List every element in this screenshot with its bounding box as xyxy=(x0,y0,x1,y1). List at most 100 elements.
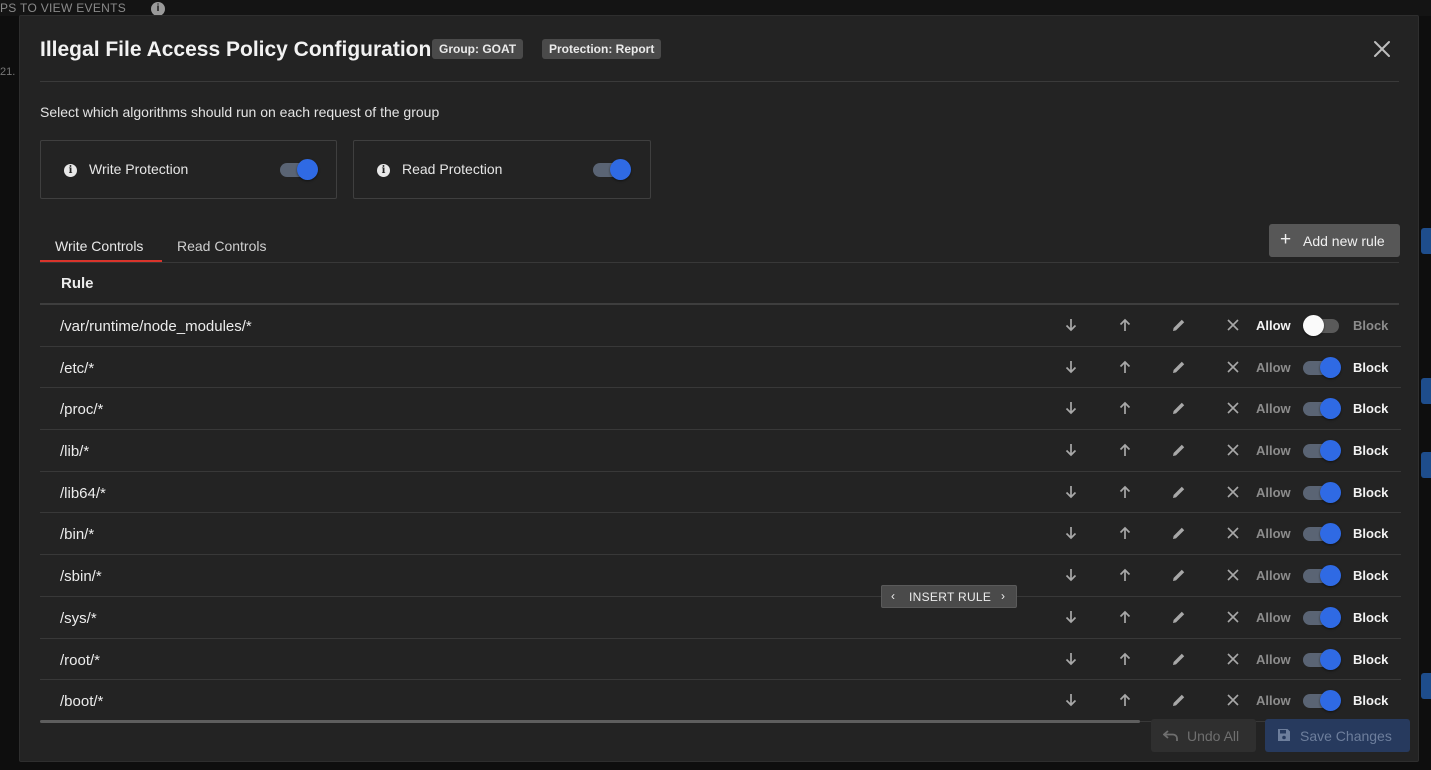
delete-x-icon[interactable] xyxy=(1225,525,1241,541)
info-icon: i xyxy=(64,164,77,177)
undo-all-label: Undo All xyxy=(1187,728,1240,744)
allow-block-toggle[interactable] xyxy=(1303,398,1341,420)
add-new-rule-button[interactable]: + Add new rule xyxy=(1269,224,1400,257)
delete-x-icon[interactable] xyxy=(1225,651,1241,667)
read-protection-toggle[interactable] xyxy=(593,159,631,180)
background-header-strip: PS TO VIEW EVENTS i xyxy=(0,0,1431,16)
background-text-fragment: 21. xyxy=(0,66,16,78)
background-side-tab xyxy=(1421,378,1431,404)
rule-path: /sbin/* xyxy=(60,568,102,586)
save-changes-label: Save Changes xyxy=(1300,728,1392,744)
move-up-icon[interactable] xyxy=(1117,400,1133,416)
rule-row: /lib64/* Allow Block xyxy=(40,472,1401,514)
delete-x-icon[interactable] xyxy=(1225,400,1241,416)
allow-label: Allow xyxy=(1256,609,1291,625)
tab-write-controls[interactable]: Write Controls xyxy=(55,238,143,254)
delete-x-icon[interactable] xyxy=(1225,484,1241,500)
allow-block-toggle[interactable] xyxy=(1303,481,1341,503)
rule-column-header: Rule xyxy=(61,275,94,292)
allow-block-toggle[interactable] xyxy=(1303,565,1341,587)
modal-title: Illegal File Access Policy Configuration xyxy=(40,38,432,61)
allow-label: Allow xyxy=(1256,318,1291,333)
close-button[interactable] xyxy=(1371,38,1393,60)
edit-pencil-icon[interactable] xyxy=(1171,692,1187,708)
allow-block-toggle[interactable] xyxy=(1303,648,1341,670)
edit-pencil-icon[interactable] xyxy=(1171,317,1187,333)
move-down-icon[interactable] xyxy=(1063,359,1079,375)
edit-pencil-icon[interactable] xyxy=(1171,400,1187,416)
background-side-tab xyxy=(1421,452,1431,478)
active-tab-indicator xyxy=(40,260,162,262)
horizontal-scrollbar[interactable] xyxy=(40,720,1140,723)
block-label: Block xyxy=(1353,651,1389,667)
move-down-icon[interactable] xyxy=(1063,484,1079,500)
edit-pencil-icon[interactable] xyxy=(1171,651,1187,667)
move-down-icon[interactable] xyxy=(1063,317,1079,333)
rule-path: /proc/* xyxy=(60,401,104,419)
rule-path: /var/runtime/node_modules/* xyxy=(60,318,252,335)
move-up-icon[interactable] xyxy=(1117,692,1133,708)
delete-x-icon[interactable] xyxy=(1225,609,1241,625)
write-protection-toggle[interactable] xyxy=(280,159,318,180)
move-up-icon[interactable] xyxy=(1117,442,1133,458)
allow-label: Allow xyxy=(1256,359,1291,375)
move-down-icon[interactable] xyxy=(1063,525,1079,541)
insert-rule-button[interactable]: ‹ INSERT RULE › xyxy=(881,585,1017,608)
save-changes-button[interactable]: Save Changes xyxy=(1265,719,1410,752)
allow-block-toggle[interactable] xyxy=(1303,315,1341,336)
move-down-icon[interactable] xyxy=(1063,692,1079,708)
save-disk-icon xyxy=(1278,729,1290,741)
block-label: Block xyxy=(1353,318,1389,333)
edit-pencil-icon[interactable] xyxy=(1171,609,1187,625)
delete-x-icon[interactable] xyxy=(1225,692,1241,708)
edit-pencil-icon[interactable] xyxy=(1171,484,1187,500)
rule-row: /proc/* Allow Block xyxy=(40,388,1401,431)
move-up-icon[interactable] xyxy=(1117,484,1133,500)
policy-config-modal: Illegal File Access Policy Configuration… xyxy=(19,15,1419,762)
read-protection-card: i Read Protection xyxy=(353,140,651,199)
undo-all-button[interactable]: Undo All xyxy=(1151,719,1256,752)
allow-block-toggle[interactable] xyxy=(1303,356,1341,378)
move-up-icon[interactable] xyxy=(1117,525,1133,541)
move-up-icon[interactable] xyxy=(1117,567,1133,583)
delete-x-icon[interactable] xyxy=(1225,317,1241,333)
move-down-icon[interactable] xyxy=(1063,651,1079,667)
chevron-left-icon[interactable]: ‹ xyxy=(891,589,895,603)
rules-table-body: /var/runtime/node_modules/* Allow Block … xyxy=(40,305,1401,722)
rule-path: /root/* xyxy=(60,651,101,669)
edit-pencil-icon[interactable] xyxy=(1171,442,1187,458)
chevron-right-icon[interactable]: › xyxy=(1001,589,1005,603)
move-up-icon[interactable] xyxy=(1117,317,1133,333)
allow-label: Allow xyxy=(1256,484,1291,500)
block-label: Block xyxy=(1353,484,1389,500)
rule-path: /boot/* xyxy=(60,693,104,711)
move-down-icon[interactable] xyxy=(1063,442,1079,458)
allow-block-toggle[interactable] xyxy=(1303,440,1341,462)
move-down-icon[interactable] xyxy=(1063,400,1079,416)
move-up-icon[interactable] xyxy=(1117,651,1133,667)
edit-pencil-icon[interactable] xyxy=(1171,567,1187,583)
delete-x-icon[interactable] xyxy=(1225,567,1241,583)
move-up-icon[interactable] xyxy=(1117,609,1133,625)
allow-block-toggle[interactable] xyxy=(1303,606,1341,628)
edit-pencil-icon[interactable] xyxy=(1171,525,1187,541)
delete-x-icon[interactable] xyxy=(1225,442,1241,458)
delete-x-icon[interactable] xyxy=(1225,359,1241,375)
move-up-icon[interactable] xyxy=(1117,359,1133,375)
read-protection-label: Read Protection xyxy=(402,161,503,177)
insert-rule-label: INSERT RULE xyxy=(909,590,992,604)
block-label: Block xyxy=(1353,568,1389,584)
protection-badge: Protection: Report xyxy=(542,39,662,59)
allow-block-toggle[interactable] xyxy=(1303,523,1341,545)
allow-label: Allow xyxy=(1256,526,1291,542)
allow-label: Allow xyxy=(1256,401,1291,417)
move-down-icon[interactable] xyxy=(1063,567,1079,583)
move-down-icon[interactable] xyxy=(1063,609,1079,625)
allow-block-toggle[interactable] xyxy=(1303,690,1341,712)
tab-read-controls[interactable]: Read Controls xyxy=(177,238,267,254)
edit-pencil-icon[interactable] xyxy=(1171,359,1187,375)
block-label: Block xyxy=(1353,401,1389,417)
rule-path: /etc/* xyxy=(60,359,95,377)
header-divider xyxy=(40,81,1399,82)
block-label: Block xyxy=(1353,609,1389,625)
